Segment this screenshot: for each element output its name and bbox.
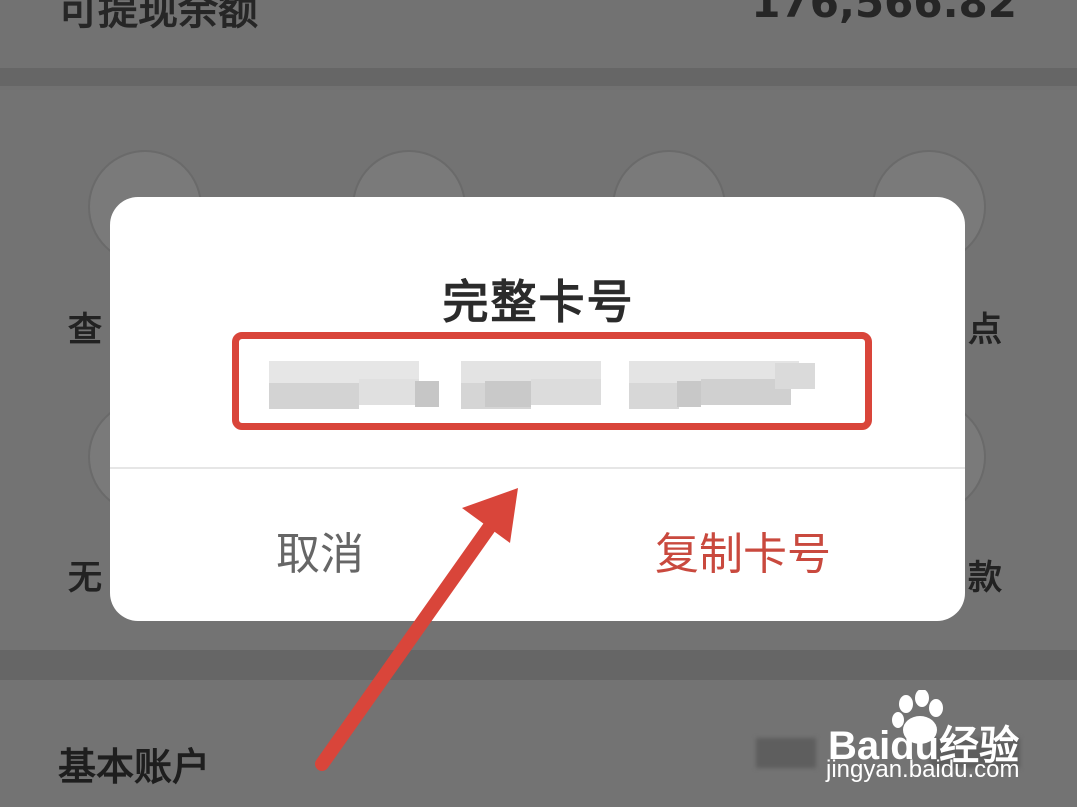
masked-value bbox=[756, 738, 816, 768]
separator bbox=[0, 650, 1077, 680]
copy-card-number-button[interactable]: 复制卡号 bbox=[655, 518, 831, 582]
dialog-divider bbox=[110, 467, 965, 469]
separator bbox=[0, 68, 1077, 86]
balance-value: 176,566.82 bbox=[751, 0, 1017, 27]
card-number-highlight bbox=[232, 332, 872, 430]
service-label: 无 bbox=[68, 558, 102, 598]
balance-bar: 可提现余额 176,566.82 bbox=[0, 0, 1077, 68]
account-title: 基本账户 bbox=[58, 745, 211, 789]
cancel-button[interactable]: 取消 bbox=[276, 518, 364, 582]
watermark-url: jingyan.baidu.com bbox=[826, 756, 1020, 783]
dialog-title: 完整卡号 bbox=[442, 275, 635, 329]
balance-label: 可提现余额 bbox=[58, 0, 258, 34]
service-label: 款 bbox=[968, 558, 1002, 598]
card-number-pixelated bbox=[265, 359, 845, 409]
